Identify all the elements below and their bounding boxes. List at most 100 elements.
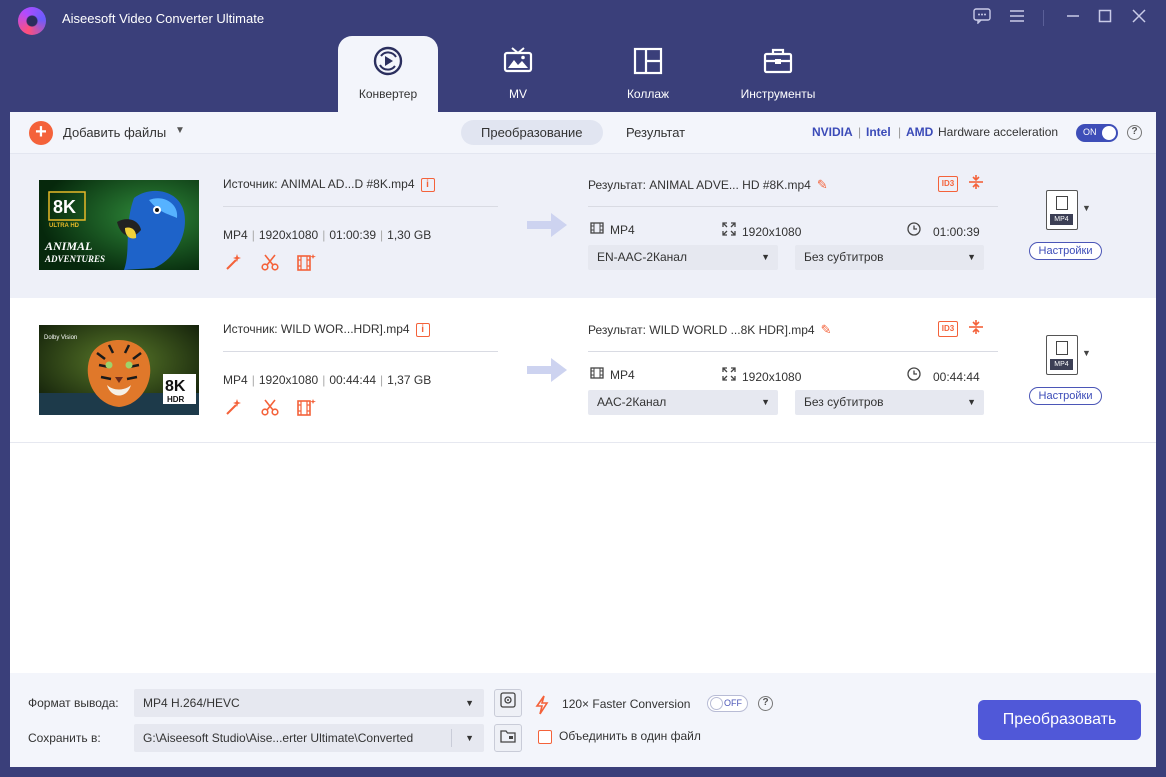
- thumb-corner-label: Dolby Vision: [44, 335, 77, 341]
- tab-converter[interactable]: Конвертер: [338, 36, 438, 112]
- chevron-down-icon[interactable]: ▼: [175, 125, 185, 136]
- audio-track-dropdown[interactable]: AAC-2Канал ▼: [588, 390, 778, 415]
- video-thumbnail[interactable]: 8K ULTRA HD ANIMAL ADVENTURES: [39, 180, 199, 270]
- source-duration: 00:44:44: [329, 373, 377, 387]
- faster-conversion-label: 120× Faster Conversion: [562, 696, 691, 711]
- compress-icon[interactable]: [968, 319, 984, 340]
- subtitle-dropdown[interactable]: Без субтитров ▼: [795, 390, 984, 415]
- faster-conversion-toggle[interactable]: OFF: [707, 695, 748, 712]
- chevron-down-icon: ▼: [465, 733, 474, 743]
- file-row[interactable]: 8K ULTRA HD ANIMAL ADVENTURES Источник: …: [10, 154, 1156, 298]
- result-format: MP4: [590, 367, 635, 382]
- open-folder-icon[interactable]: [494, 724, 522, 752]
- format-settings-icon[interactable]: [494, 689, 522, 717]
- output-format-select[interactable]: MP4 H.264/HEVC ▼: [134, 689, 484, 717]
- feedback-icon[interactable]: [970, 8, 994, 30]
- chevron-down-icon[interactable]: ▼: [1082, 348, 1091, 358]
- collage-icon: [632, 45, 664, 77]
- id3-tag-icon[interactable]: ID3: [938, 321, 958, 337]
- source-format: MP4: [223, 373, 248, 387]
- result-format: MP4: [590, 222, 635, 237]
- tab-collage[interactable]: Коллаж: [598, 36, 698, 112]
- subtitle-dropdown[interactable]: Без субтитров ▼: [795, 245, 984, 270]
- settings-button[interactable]: Настройки: [1029, 387, 1102, 405]
- result-resolution: 1920x1080: [722, 367, 801, 384]
- save-to-label: Сохранить в:: [28, 731, 101, 745]
- clock-icon: [907, 222, 921, 239]
- settings-button[interactable]: Настройки: [1029, 242, 1102, 260]
- segment-conversion[interactable]: Преобразование: [461, 120, 603, 145]
- convert-arrow-icon: [525, 355, 569, 385]
- hw-divider: |: [858, 125, 862, 139]
- enhance-icon[interactable]: [223, 398, 245, 420]
- source-meta: MP4 | 1920x1080 | 01:00:39 | 1,30 GB: [223, 228, 432, 242]
- faster-conversion: 120× Faster Conversion: [535, 694, 690, 715]
- hw-acceleration-toggle[interactable]: ON: [1076, 124, 1118, 142]
- chevron-down-icon: ▼: [465, 698, 474, 708]
- title-bar: Aiseesoft Video Converter Ultimate Конве…: [0, 0, 1166, 112]
- add-files-plus-icon[interactable]: +: [29, 121, 53, 145]
- info-icon[interactable]: i: [415, 322, 430, 337]
- rename-pencil-icon[interactable]: ✎: [821, 322, 832, 338]
- lightning-icon: [535, 694, 554, 715]
- compress-icon[interactable]: [968, 174, 984, 195]
- footer-bar: Формат вывода: MP4 H.264/HEVC ▼ Сохранит…: [10, 673, 1156, 767]
- toggle-knob: [710, 697, 723, 710]
- format-badge-label: MP4: [1050, 359, 1073, 370]
- divider: [10, 442, 1156, 443]
- audio-track-value: EN-AAC-2Канал: [597, 250, 687, 264]
- id3-tag-icon[interactable]: ID3: [938, 176, 958, 192]
- toggle-state: ON: [1083, 127, 1097, 137]
- help-icon[interactable]: ?: [758, 696, 773, 711]
- result-duration: 01:00:39: [907, 222, 980, 239]
- add-files-button[interactable]: Добавить файлы: [63, 125, 166, 140]
- help-icon[interactable]: ?: [1127, 125, 1142, 140]
- source-resolution: 1920x1080: [258, 228, 319, 242]
- tab-tools[interactable]: Инструменты: [728, 36, 828, 112]
- segment-result[interactable]: Результат: [606, 120, 705, 145]
- source-text: Источник: WILD WOR...HDR].mp4: [223, 322, 410, 336]
- converter-toolbar: + Добавить файлы ▼ Преобразование Резуль…: [10, 112, 1156, 154]
- checkbox-box[interactable]: [538, 729, 552, 744]
- divider: [451, 729, 452, 747]
- chevron-down-icon: ▼: [761, 397, 770, 407]
- edit-tools: [223, 253, 329, 275]
- edit-effects-icon[interactable]: [296, 253, 318, 275]
- chevron-down-icon: ▼: [967, 252, 976, 262]
- merge-label: Объединить в один файл: [559, 729, 701, 743]
- result-duration-text: 01:00:39: [933, 225, 980, 239]
- result-format-text: MP4: [610, 223, 635, 237]
- film-icon: [590, 222, 604, 237]
- divider: [588, 351, 998, 352]
- toggle-state: OFF: [724, 698, 742, 708]
- cut-icon[interactable]: [259, 398, 281, 420]
- tab-mv[interactable]: MV: [468, 36, 568, 112]
- result-duration: 00:44:44: [907, 367, 980, 384]
- divider: [223, 206, 498, 207]
- convert-all-button[interactable]: Преобразовать: [978, 700, 1141, 740]
- enhance-icon[interactable]: [223, 253, 245, 275]
- divider: [588, 206, 998, 207]
- output-format-badge[interactable]: MP4: [1046, 335, 1078, 375]
- hw-nvidia: NVIDIA: [812, 125, 853, 139]
- source-meta: MP4 | 1920x1080 | 00:44:44 | 1,37 GB: [223, 373, 432, 387]
- video-thumbnail[interactable]: Dolby Vision 8K HDR: [39, 325, 199, 415]
- merge-checkbox[interactable]: Объединить в один файл: [538, 729, 701, 744]
- edit-effects-icon[interactable]: [296, 398, 318, 420]
- resize-icon: [722, 222, 736, 239]
- minimize-icon[interactable]: [1061, 8, 1085, 30]
- info-icon[interactable]: i: [420, 177, 435, 192]
- rename-pencil-icon[interactable]: ✎: [817, 177, 828, 193]
- close-icon[interactable]: [1127, 8, 1151, 30]
- result-filename: Результат: WILD WORLD ...8K HDR].mp4 ✎: [588, 322, 832, 338]
- cut-icon[interactable]: [259, 253, 281, 275]
- menu-icon[interactable]: [1005, 8, 1029, 30]
- result-filename: Результат: ANIMAL ADVE... HD #8K.mp4 ✎: [588, 177, 828, 193]
- output-format-badge[interactable]: MP4: [1046, 190, 1078, 230]
- chevron-down-icon[interactable]: ▼: [1082, 203, 1091, 213]
- audio-track-dropdown[interactable]: EN-AAC-2Канал ▼: [588, 245, 778, 270]
- save-path-select[interactable]: G:\Aiseesoft Studio\Aise...erter Ultimat…: [134, 724, 484, 752]
- maximize-icon[interactable]: [1093, 8, 1117, 30]
- source-size: 1,37 GB: [387, 373, 432, 387]
- file-row[interactable]: Dolby Vision 8K HDR Источник: WILD WOR..…: [10, 299, 1156, 443]
